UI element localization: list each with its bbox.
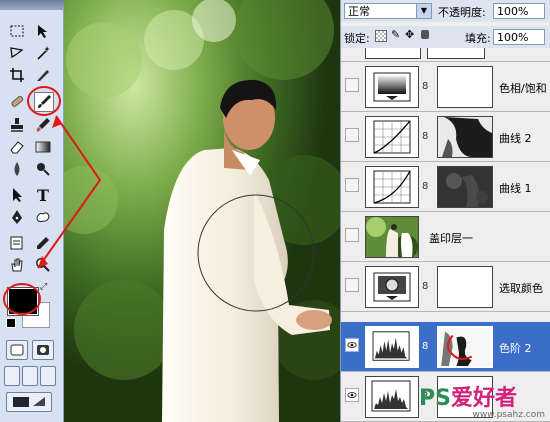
history-brush-icon[interactable] bbox=[34, 116, 52, 134]
layer-mask-thumbnail[interactable] bbox=[437, 66, 493, 108]
hue-saturation-icon bbox=[365, 66, 419, 108]
layer-name: 曲线 1 bbox=[499, 182, 532, 195]
opacity-label: 不透明度: bbox=[438, 6, 486, 19]
slice-icon[interactable] bbox=[34, 66, 52, 84]
default-colors-icon[interactable] bbox=[6, 318, 16, 328]
opacity-value: 100% bbox=[497, 5, 529, 18]
curves-icon bbox=[365, 166, 419, 208]
link-icon[interactable]: 8 bbox=[422, 81, 428, 92]
chevron-down-icon[interactable]: ▼ bbox=[416, 4, 431, 18]
screen-mode-full-menu-button[interactable] bbox=[22, 366, 38, 386]
blend-opacity-row: 正常 ▼ 不透明度: 100% bbox=[341, 0, 550, 22]
link-icon[interactable]: 8 bbox=[422, 131, 428, 142]
lock-transparency-icon[interactable] bbox=[375, 30, 387, 42]
brush-icon[interactable] bbox=[34, 92, 54, 112]
layer-name: 色阶 2 bbox=[499, 342, 532, 355]
image-canvas[interactable] bbox=[64, 0, 340, 422]
fill-field[interactable]: 100% bbox=[493, 29, 545, 45]
selective-color-icon bbox=[365, 266, 419, 308]
jump-to-imageready-button[interactable] bbox=[6, 392, 52, 412]
dodge-icon[interactable] bbox=[34, 160, 52, 178]
fill-label: 填充: bbox=[465, 32, 491, 45]
lock-fill-row: 锁定: ✎ ✥ 填充: 100% bbox=[341, 26, 550, 48]
blend-mode-value: 正常 bbox=[348, 5, 370, 18]
swap-colors-icon[interactable]: ⤢ bbox=[40, 282, 47, 292]
eye-icon[interactable] bbox=[345, 338, 359, 352]
magic-wand-icon[interactable] bbox=[34, 44, 52, 62]
layer-row-stamped[interactable]: 盖印层一 bbox=[341, 212, 550, 262]
blur-icon[interactable] bbox=[8, 160, 26, 178]
opacity-field[interactable]: 100% bbox=[493, 3, 545, 19]
layer-row-selective-color[interactable]: 8 选取颜色 bbox=[341, 262, 550, 312]
watermark-brand: 爱好者 bbox=[450, 386, 517, 411]
layer-row-levels-2[interactable]: 8 色阶 2 bbox=[341, 322, 550, 372]
layer-thumbnail bbox=[365, 216, 419, 259]
foreground-color-swatch[interactable] bbox=[8, 288, 38, 315]
gradient-icon[interactable] bbox=[34, 138, 52, 156]
layer-mask-thumbnail[interactable] bbox=[437, 326, 493, 368]
layer-name: 盖印层一 bbox=[429, 232, 473, 245]
layer-mask-thumbnail bbox=[427, 48, 485, 59]
standard-mode-button[interactable] bbox=[6, 340, 28, 360]
levels-icon bbox=[365, 376, 419, 418]
eye-icon[interactable] bbox=[345, 388, 359, 402]
watermark-url: www.psahz.com bbox=[472, 410, 545, 420]
crop-icon[interactable] bbox=[8, 66, 26, 84]
layer-mask-thumbnail[interactable] bbox=[437, 166, 493, 208]
layer-mask-thumbnail[interactable] bbox=[437, 266, 493, 308]
layer-row-partial[interactable] bbox=[341, 48, 550, 62]
visibility-toggle[interactable] bbox=[345, 78, 359, 92]
quick-mask-button[interactable] bbox=[32, 340, 54, 360]
marquee-icon[interactable] bbox=[8, 22, 26, 40]
layer-name: 曲线 2 bbox=[499, 132, 532, 145]
lock-all-icon[interactable] bbox=[421, 30, 429, 39]
healing-icon[interactable] bbox=[8, 92, 26, 110]
path-select-icon[interactable] bbox=[8, 186, 26, 204]
move-icon[interactable] bbox=[34, 22, 52, 40]
link-icon[interactable]: 8 bbox=[422, 281, 428, 292]
layer-mask-thumbnail[interactable] bbox=[437, 116, 493, 158]
hand-icon[interactable] bbox=[8, 256, 26, 274]
link-icon[interactable]: 8 bbox=[422, 341, 428, 352]
pen-icon[interactable] bbox=[8, 208, 26, 226]
link-icon[interactable]: 8 bbox=[422, 181, 428, 192]
blend-mode-select[interactable]: 正常 ▼ bbox=[344, 3, 432, 19]
layer-name: 选取颜色 bbox=[499, 282, 543, 295]
layer-name: 色相/饱和 bbox=[499, 82, 547, 95]
lasso-icon[interactable] bbox=[8, 44, 26, 62]
visibility-toggle[interactable] bbox=[345, 278, 359, 292]
layer-thumbnail bbox=[365, 48, 421, 59]
layers-panel: 正常 ▼ 不透明度: 100% 锁定: ✎ ✥ 填充: 100% 8 色相/饱和 bbox=[340, 0, 550, 422]
photo-illustration bbox=[64, 0, 340, 422]
layer-row-curves-1[interactable]: 8 曲线 1 bbox=[341, 162, 550, 212]
stamp-icon[interactable] bbox=[8, 116, 26, 134]
visibility-toggle[interactable] bbox=[345, 128, 359, 142]
layer-row-hue-saturation[interactable]: 8 色相/饱和 bbox=[341, 62, 550, 112]
tools-panel-header[interactable] bbox=[0, 0, 64, 10]
watermark-logo: PS爱好者 bbox=[419, 380, 517, 412]
layer-row-curves-2[interactable]: 8 曲线 2 bbox=[341, 112, 550, 162]
shape-icon[interactable] bbox=[34, 208, 52, 226]
tools-panel: T ⤢ bbox=[0, 0, 64, 422]
eyedropper-icon[interactable] bbox=[34, 234, 52, 252]
lock-pixels-icon[interactable]: ✎ bbox=[391, 28, 400, 41]
lock-label: 锁定: bbox=[344, 32, 370, 45]
notes-icon[interactable] bbox=[8, 234, 26, 252]
screen-mode-standard-button[interactable] bbox=[4, 366, 20, 386]
zoom-icon[interactable] bbox=[34, 256, 52, 274]
levels-icon bbox=[365, 326, 419, 368]
visibility-toggle[interactable] bbox=[345, 178, 359, 192]
watermark-ps: PS bbox=[419, 386, 451, 411]
screen-mode-full-button[interactable] bbox=[40, 366, 56, 386]
fill-value: 100% bbox=[497, 31, 529, 44]
visibility-toggle[interactable] bbox=[345, 228, 359, 242]
type-icon[interactable]: T bbox=[34, 186, 52, 205]
curves-icon bbox=[365, 116, 419, 158]
eraser-icon[interactable] bbox=[8, 138, 26, 156]
lock-position-icon[interactable]: ✥ bbox=[405, 28, 414, 41]
